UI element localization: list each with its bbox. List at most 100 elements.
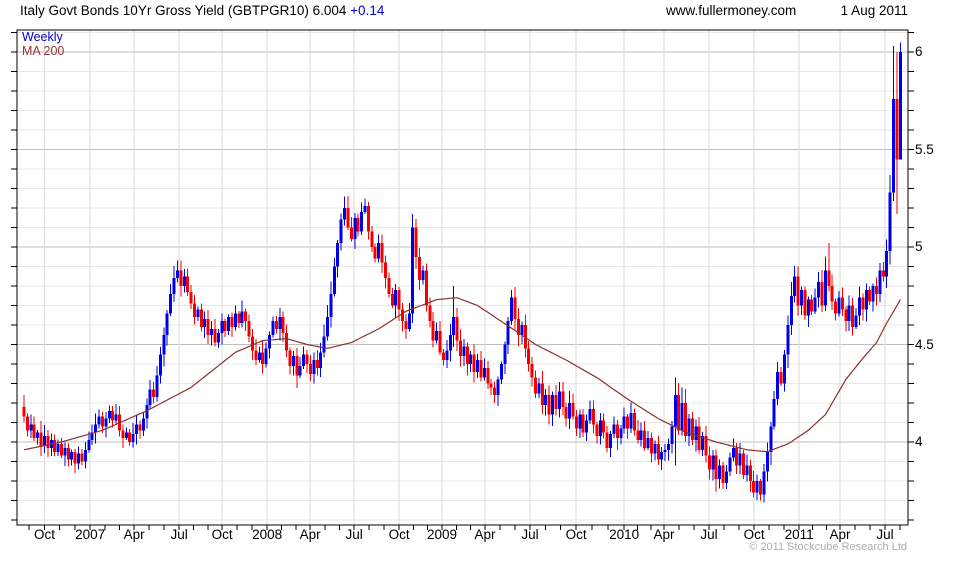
candle-body — [837, 297, 841, 314]
candle-body — [857, 297, 861, 316]
candle-body — [834, 301, 838, 314]
candle-body — [496, 379, 500, 396]
candle-body — [875, 286, 878, 294]
ma-line — [23, 297, 901, 453]
axis-ticks — [11, 32, 914, 530]
x-axis-label: Jul — [521, 527, 539, 542]
candle-body — [138, 424, 142, 431]
candle-body — [148, 389, 152, 405]
candle-body — [472, 354, 476, 372]
candle-body — [418, 256, 422, 281]
candle-body — [458, 340, 462, 357]
candle-body — [363, 206, 367, 212]
candle-body — [56, 443, 60, 452]
candle-body — [581, 414, 585, 433]
legend-timeframe-label: Weekly — [22, 30, 63, 44]
candle-body — [499, 364, 503, 380]
candle-body — [530, 364, 534, 378]
candle-body — [435, 330, 439, 341]
candle-body — [295, 356, 299, 376]
candle-body — [452, 317, 456, 335]
candle-body — [32, 424, 36, 439]
candle-body — [141, 418, 145, 431]
candle-body — [312, 360, 316, 374]
candle-body — [796, 276, 800, 306]
candle-body — [186, 276, 190, 292]
x-axis-label: 2011 — [784, 527, 814, 542]
candle-body — [823, 270, 827, 306]
candle-body — [547, 395, 551, 415]
candle-body — [786, 325, 790, 355]
candle-body — [892, 98, 896, 193]
candle-body — [77, 453, 81, 464]
candle-body — [793, 276, 797, 296]
candle-body — [87, 440, 91, 450]
candle-body — [441, 352, 445, 361]
candle-body — [353, 217, 357, 240]
candle-body — [735, 447, 739, 466]
candle-body — [707, 455, 711, 470]
candle-body — [182, 276, 186, 286]
x-axis-label: Apr — [829, 527, 851, 542]
candle-body — [810, 299, 814, 312]
candle-body — [724, 471, 728, 483]
candle-body — [673, 395, 677, 427]
candle-body — [632, 412, 636, 431]
candle-body — [25, 416, 29, 431]
candle-body — [39, 432, 43, 446]
candle-body — [561, 391, 565, 407]
candle-body — [595, 424, 599, 437]
candle-body — [714, 455, 718, 480]
candle-body — [694, 426, 698, 441]
x-axis-label: Oct — [743, 527, 765, 542]
candle-body — [827, 270, 831, 286]
candle-body — [534, 377, 537, 394]
candle-body — [291, 356, 295, 366]
candle-body — [469, 354, 473, 364]
candle-body — [690, 418, 694, 441]
candle-body — [233, 313, 237, 327]
candle-body — [53, 440, 57, 452]
candle-body — [329, 293, 333, 318]
candle-body — [97, 416, 101, 425]
candle-body — [605, 432, 609, 448]
candle-body — [288, 350, 292, 366]
candle-body — [114, 414, 118, 421]
candle-body — [591, 408, 595, 425]
candle-body — [898, 52, 902, 160]
candle-body — [104, 418, 108, 427]
candle-body — [779, 371, 783, 384]
candle-body — [206, 319, 210, 335]
candle-body — [383, 262, 387, 279]
candle-body — [864, 289, 868, 310]
candle-body — [813, 297, 817, 312]
horizontal-gridlines — [17, 32, 908, 521]
candle-body — [336, 243, 340, 267]
candle-body — [254, 350, 258, 361]
y-axis-label: 4.5 — [915, 336, 934, 352]
candle-body — [94, 424, 98, 433]
candle-body — [639, 430, 643, 441]
candle-body — [482, 367, 486, 378]
candle-body — [83, 449, 87, 462]
x-axis-label: 2008 — [252, 527, 283, 542]
candle-body — [261, 352, 265, 364]
candle-body — [394, 289, 398, 306]
candle-body — [22, 406, 26, 417]
candle-body — [343, 208, 347, 220]
candle-body — [445, 350, 449, 361]
candle-body — [885, 250, 889, 277]
candle-body — [643, 430, 647, 448]
candle-body — [476, 360, 480, 372]
candle-body — [803, 289, 807, 316]
candle-body — [782, 354, 786, 384]
candle-body — [237, 313, 241, 324]
candle-body — [250, 336, 254, 351]
candle-body — [513, 297, 517, 320]
candle-body — [551, 395, 555, 415]
candle-body — [230, 317, 234, 327]
x-axis-label: 2007 — [75, 527, 106, 542]
candle-body — [806, 299, 810, 316]
candle-body — [486, 367, 490, 384]
candle-body — [680, 403, 684, 431]
